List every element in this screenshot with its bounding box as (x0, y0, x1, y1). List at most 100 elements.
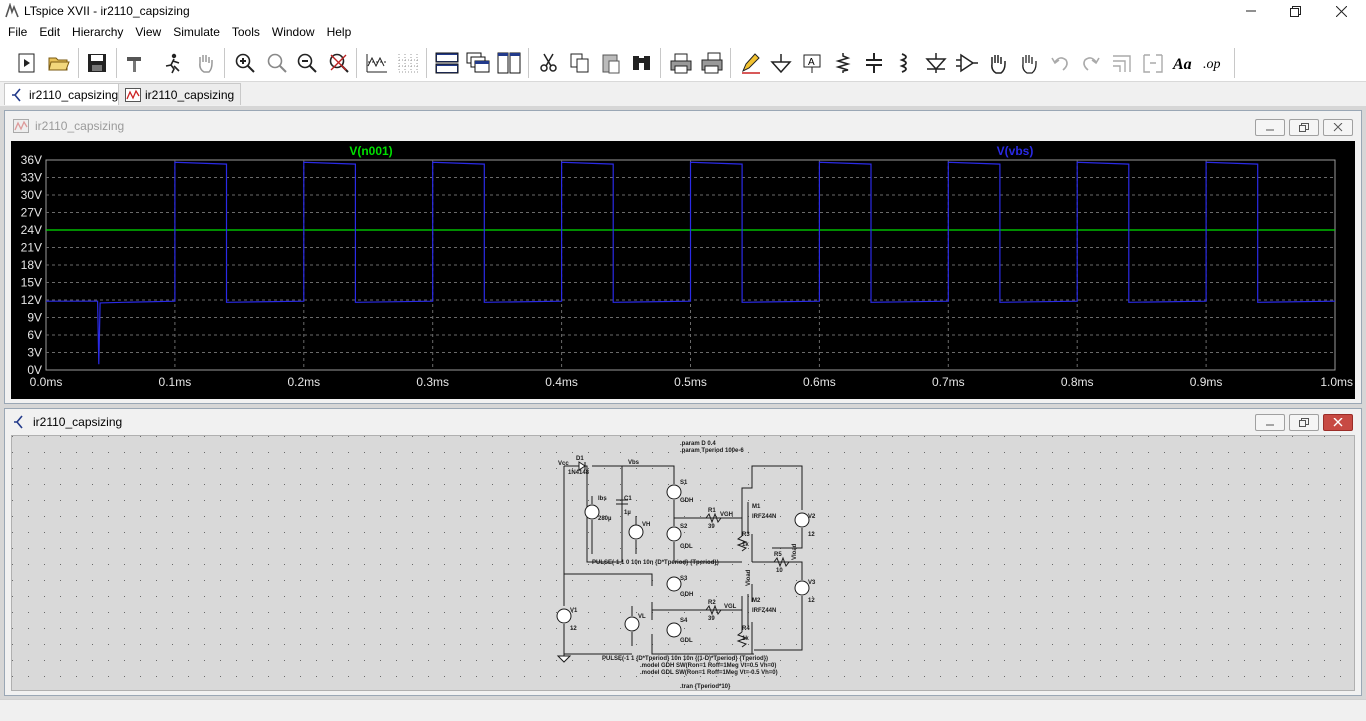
tile-vertical-button[interactable] (496, 50, 522, 76)
r1-value-label: 39 (708, 524, 715, 530)
menu-help[interactable]: Help (321, 22, 358, 42)
mirror-button[interactable] (1140, 50, 1166, 76)
vl-voltage-source[interactable] (624, 616, 640, 632)
menu-edit[interactable]: Edit (33, 22, 66, 42)
label-net-button[interactable]: A (799, 50, 825, 76)
s4-switch[interactable] (666, 622, 682, 638)
halt-button[interactable] (160, 50, 186, 76)
svg-text:.op: .op (1203, 57, 1221, 72)
menu-tools[interactable]: Tools (226, 22, 266, 42)
resistor-button[interactable] (830, 50, 856, 76)
menu-view[interactable]: View (129, 22, 167, 42)
schematic-window-caption: ir2110_capsizing (5, 409, 1361, 435)
run-button[interactable] (14, 50, 40, 76)
open-button[interactable] (46, 50, 72, 76)
s3-switch[interactable] (666, 576, 682, 592)
capacitor-button[interactable] (861, 50, 887, 76)
schematic-restore-button[interactable] (1289, 414, 1319, 431)
print-preview-button[interactable] (699, 50, 725, 76)
x-tick-label: 0.3ms (416, 375, 449, 389)
print-button[interactable] (668, 50, 694, 76)
vh-voltage-source[interactable] (628, 524, 644, 540)
cut-button[interactable] (536, 50, 562, 76)
find-button[interactable] (629, 50, 655, 76)
schematic-minimize-button[interactable] (1255, 414, 1285, 431)
v3-voltage-source[interactable] (794, 580, 810, 596)
s2-model-label: GDL (680, 544, 693, 550)
ibs-current-source[interactable] (584, 504, 600, 520)
series-line-v-vbs (46, 161, 1336, 365)
model-gdl-directive[interactable]: .model GDL SW(Ron=1 Roff=1Meg Vt=-0.5 Vh… (640, 670, 778, 676)
zoom-in-button[interactable] (232, 50, 258, 76)
tab-waveform[interactable]: ir2110_capsizing (118, 83, 242, 105)
tile-horizontal-button[interactable] (434, 50, 460, 76)
copy-button[interactable] (567, 50, 593, 76)
s1-label: S1 (680, 480, 688, 486)
schematic-canvas[interactable]: .param D 0.4 .param Tperiod 100e-6 Vcc D… (11, 435, 1355, 691)
v2-voltage-source[interactable] (794, 512, 810, 528)
control-panel-button[interactable] (122, 50, 148, 76)
drag-button[interactable] (1016, 50, 1042, 76)
redo-button[interactable] (1078, 50, 1104, 76)
grid-button[interactable] (396, 50, 422, 76)
param-d-directive[interactable]: .param D 0.4 (680, 441, 716, 447)
cascade-button[interactable] (465, 50, 491, 76)
text-button[interactable]: Aa (1171, 50, 1197, 76)
waveform-minimize-button[interactable] (1255, 119, 1285, 136)
pulse-high-source-value[interactable]: PULSE(-1 1 0 10n 10n {D*Tperiod} {Tperio… (592, 560, 719, 566)
vh-label: VH (642, 522, 650, 528)
zoom-out-button[interactable] (294, 50, 320, 76)
minimize-button[interactable] (1228, 0, 1274, 22)
inductor-icon (899, 53, 907, 73)
r5-value-label: 10 (776, 568, 783, 574)
x-tick-label: 0.5ms (674, 375, 707, 389)
autorange-button[interactable] (364, 50, 390, 76)
v1-voltage-source[interactable] (556, 608, 572, 624)
r4-label: R4 (742, 626, 750, 632)
tab-schematic[interactable]: ir2110_capsizing (4, 83, 126, 105)
zoom-fit-button[interactable] (326, 50, 352, 76)
draw-wire-button[interactable] (738, 50, 764, 76)
menu-hierarchy[interactable]: Hierarchy (66, 22, 129, 42)
y-tick-label: 18V (21, 258, 42, 272)
model-gdh-directive[interactable]: .model GDH SW(Ron=1 Roff=1Meg Vt=0.5 Vh=… (640, 663, 776, 669)
menu-window[interactable]: Window (266, 22, 321, 42)
s3-label: S3 (680, 576, 688, 582)
zoom-area-button[interactable] (264, 50, 290, 76)
tile-horizontal-icon (435, 52, 459, 74)
s2-switch[interactable] (666, 526, 682, 542)
save-button[interactable] (84, 50, 110, 76)
paste-button[interactable] (598, 50, 624, 76)
tran-directive[interactable]: .tran {Tperiod*10} (680, 684, 731, 690)
s1-switch[interactable] (666, 484, 682, 500)
inductor-button[interactable] (892, 50, 918, 76)
pulse-low-source-value[interactable]: PULSE(-1 1 {D*Tperiod} 10n 10n {(1-D)*Tp… (602, 656, 768, 662)
diode-button[interactable] (923, 50, 949, 76)
undo-button[interactable] (1047, 50, 1073, 76)
menu-file[interactable]: File (2, 22, 33, 42)
waveform-close-button[interactable] (1323, 119, 1353, 136)
minimize-icon (1266, 129, 1274, 130)
menu-bar: File Edit Hierarchy View Simulate Tools … (0, 22, 1366, 42)
restore-button[interactable] (1272, 0, 1318, 22)
c1-label: C1 (624, 496, 632, 502)
vload-net-label-2: Vload (746, 569, 752, 586)
schematic-close-button[interactable] (1323, 414, 1353, 431)
close-button[interactable] (1318, 0, 1364, 22)
waveform-plot-pane[interactable]: 0V 3V 6V 9V 12V 15V 18V 21V 24V 27V 30V 33V 36V 0.0ms… (11, 141, 1355, 399)
y-tick-label: 36V (21, 153, 42, 167)
param-tperiod-directive[interactable]: .param Tperiod 100e-6 (680, 448, 744, 454)
print-preview-icon (701, 52, 723, 74)
spice-directive-button[interactable]: .op (1202, 50, 1228, 76)
move-button[interactable] (985, 50, 1011, 76)
component-button[interactable] (954, 50, 980, 76)
autorange-icon (366, 54, 387, 73)
menu-simulate[interactable]: Simulate (167, 22, 226, 42)
rotate-button[interactable] (1109, 50, 1135, 76)
x-tick-label: 0.4ms (545, 375, 578, 389)
x-tick-label: 0.2ms (287, 375, 320, 389)
mirror-icon (1143, 54, 1163, 73)
pan-button[interactable] (192, 50, 218, 76)
ground-button[interactable] (768, 50, 794, 76)
waveform-restore-button[interactable] (1289, 119, 1319, 136)
